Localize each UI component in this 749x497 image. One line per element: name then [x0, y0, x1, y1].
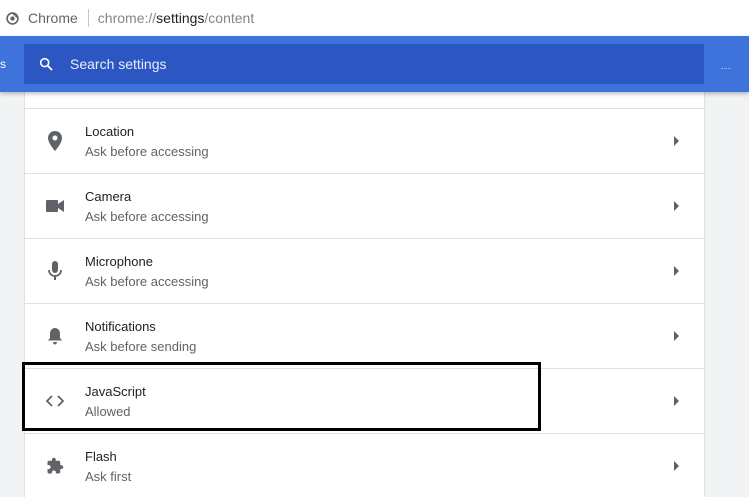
setting-row-flash[interactable]: Flash Ask first	[25, 433, 704, 497]
url-scheme: chrome://	[97, 10, 157, 26]
arrow-right-icon[interactable]	[671, 135, 683, 147]
address-bar[interactable]: Chrome chrome://settings/content	[0, 0, 749, 36]
setting-status: Ask before accessing	[85, 209, 209, 224]
toolbar-title-fragment: s	[0, 57, 6, 71]
setting-row-text: Notifications Ask before sending	[85, 319, 196, 355]
setting-row-text: Microphone Ask before accessing	[85, 254, 209, 290]
setting-title: Flash	[85, 449, 117, 464]
url-path: /content	[204, 10, 255, 26]
address-separator	[87, 9, 89, 27]
setting-row-text: Camera Ask before accessing	[85, 189, 209, 225]
arrow-right-icon[interactable]	[671, 265, 683, 277]
setting-status: Allowed	[85, 404, 131, 419]
setting-title: JavaScript	[85, 384, 146, 399]
arrow-right-icon[interactable]	[671, 395, 683, 407]
setting-row-notifications[interactable]: Notifications Ask before sending	[25, 303, 704, 368]
bell-icon	[45, 326, 65, 346]
setting-row-javascript[interactable]: JavaScript Allowed	[25, 368, 704, 433]
setting-status: Ask before sending	[85, 339, 197, 354]
setting-title: Microphone	[85, 254, 153, 269]
location-pin-icon	[45, 131, 65, 151]
microphone-icon	[45, 261, 65, 281]
settings-toolbar: s	[0, 36, 749, 92]
puzzle-piece-icon	[45, 456, 65, 476]
setting-row-camera[interactable]: Camera Ask before accessing	[25, 173, 704, 238]
setting-row-text: Flash Ask first	[85, 449, 131, 485]
site-chip-label: Chrome	[28, 10, 78, 26]
setting-row-microphone[interactable]: Microphone Ask before accessing	[25, 238, 704, 303]
site-settings-list: Location Ask before accessing Camera Ask…	[24, 92, 705, 497]
url-host: settings	[156, 10, 205, 26]
search-input[interactable]	[70, 56, 630, 72]
setting-row-text: Location Ask before accessing	[85, 124, 209, 160]
setting-title: Notifications	[85, 319, 156, 334]
arrow-right-icon[interactable]	[671, 330, 683, 342]
toolbar-right-mark	[721, 68, 731, 70]
arrow-right-icon[interactable]	[671, 460, 683, 472]
search-icon[interactable]	[37, 55, 55, 73]
search-box[interactable]	[24, 44, 704, 84]
arrow-right-icon[interactable]	[671, 200, 683, 212]
setting-status: Ask before accessing	[85, 144, 209, 159]
setting-status: Ask before accessing	[85, 274, 209, 289]
camera-icon	[45, 196, 65, 216]
setting-status: Ask first	[85, 469, 132, 484]
setting-title: Location	[85, 124, 135, 139]
chrome-icon	[5, 11, 19, 25]
setting-title: Camera	[85, 189, 132, 204]
setting-row-location[interactable]: Location Ask before accessing	[25, 108, 704, 173]
code-brackets-icon	[45, 391, 65, 411]
setting-row-text: JavaScript Allowed	[85, 384, 146, 420]
url-text[interactable]: chrome://settings/content	[98, 10, 254, 26]
